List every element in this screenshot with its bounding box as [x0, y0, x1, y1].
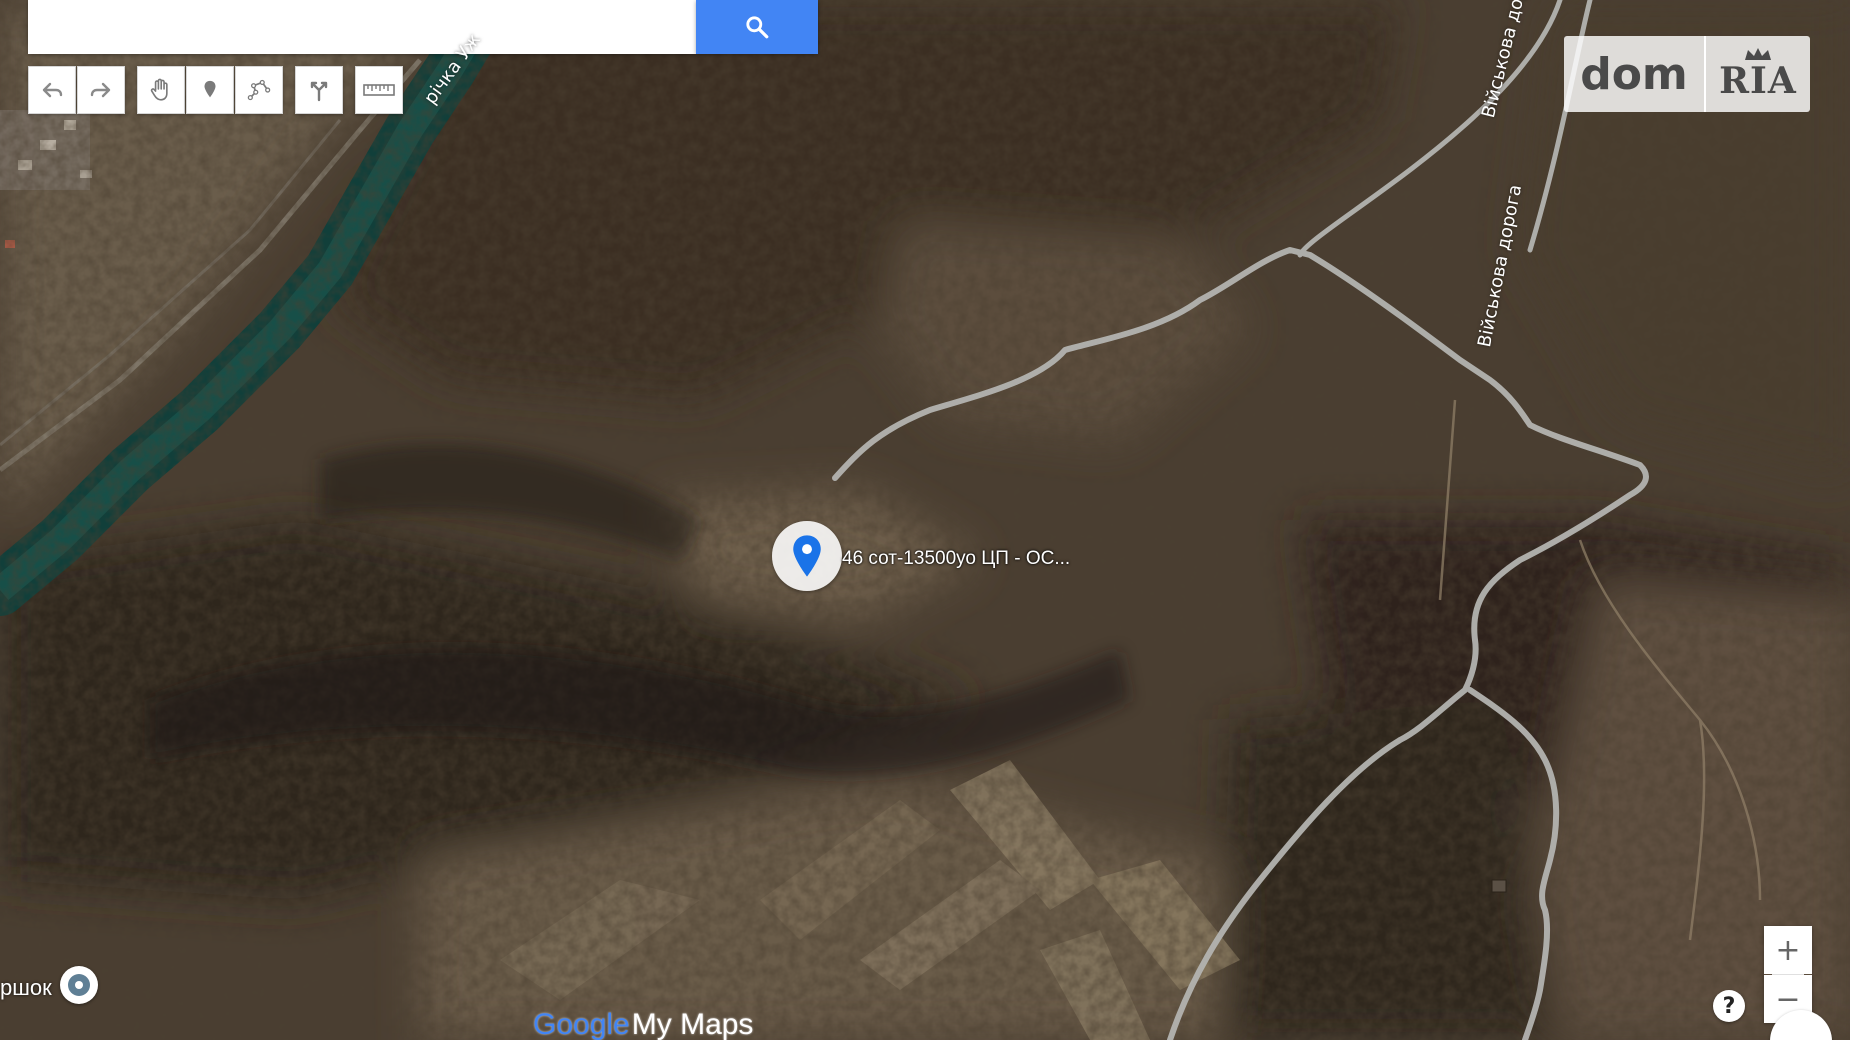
- redo-button[interactable]: [77, 66, 125, 114]
- my-maps-text: My Maps: [631, 1008, 754, 1040]
- map-pin-icon: [793, 535, 821, 577]
- logo-crown-icon: [1745, 48, 1771, 60]
- satellite-map[interactable]: [0, 0, 1850, 1040]
- ruler-icon: [363, 84, 395, 96]
- dom-ria-logo: dom RIA: [1564, 36, 1810, 112]
- undo-arrow-icon: [42, 82, 63, 98]
- zoom-controls: + −: [1764, 926, 1812, 1023]
- search-button[interactable]: [696, 0, 818, 54]
- google-my-maps-logo: GoogleMy Maps: [533, 1008, 753, 1040]
- help-button[interactable]: ?: [1713, 990, 1745, 1022]
- google-logo-text: Google: [533, 1008, 630, 1040]
- marker-icon: [204, 80, 216, 98]
- add-marker-button[interactable]: [186, 66, 234, 114]
- place-pin-inner: [68, 974, 90, 996]
- marker-caption[interactable]: 46 сот-13500уо ЦП - ОС...: [842, 548, 1070, 570]
- hand-icon: [150, 78, 168, 101]
- logo-ria-label: RIA: [1719, 60, 1797, 102]
- directions-button[interactable]: [295, 66, 343, 114]
- place-pin-dot: [75, 981, 83, 989]
- pan-tool-button[interactable]: [137, 66, 185, 114]
- search-icon: [746, 16, 769, 39]
- undo-button[interactable]: [28, 66, 76, 114]
- logo-dom-text: dom: [1564, 36, 1706, 112]
- redo-arrow-icon: [90, 82, 111, 98]
- search-input[interactable]: [28, 0, 696, 54]
- logo-ria-text: RIA: [1706, 36, 1810, 112]
- measure-button[interactable]: [355, 66, 403, 114]
- place-pin-icon[interactable]: [60, 966, 98, 1004]
- draw-line-button[interactable]: [235, 66, 283, 114]
- zoom-in-button[interactable]: +: [1764, 926, 1812, 974]
- property-marker[interactable]: [772, 521, 842, 591]
- polyline-icon: [247, 79, 271, 101]
- search-bar: [28, 0, 818, 54]
- directions-icon: [310, 81, 328, 102]
- place-label[interactable]: ршок: [0, 975, 52, 1001]
